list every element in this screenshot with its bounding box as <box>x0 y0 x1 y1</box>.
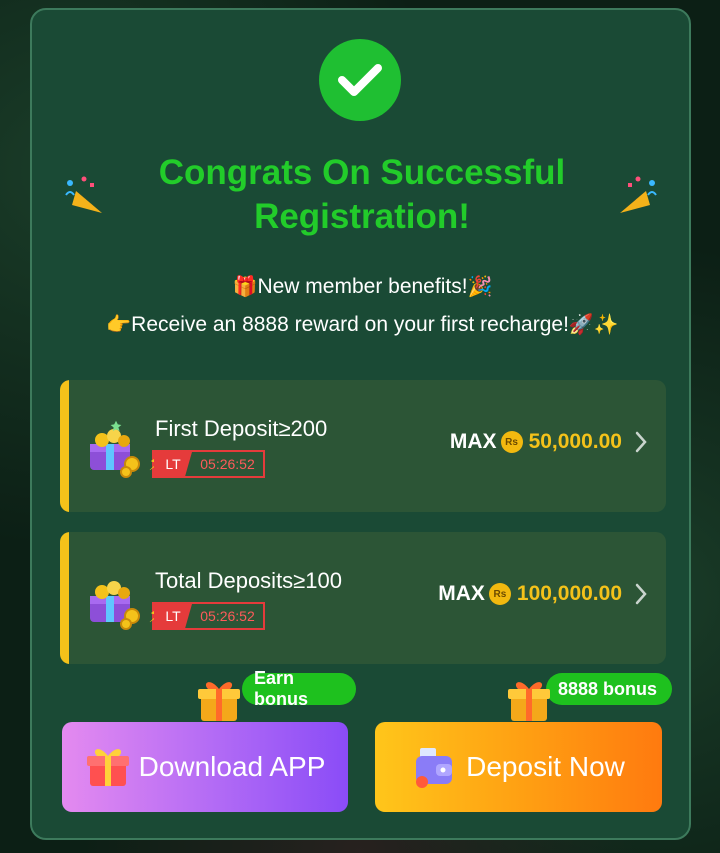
card-reward: MAX Rs 50,000.00 <box>450 430 648 454</box>
countdown-timer: ⚡ LT 05:26:52 <box>148 602 265 630</box>
gift-emoji-icon: 🎁 <box>232 274 258 298</box>
gift-box-icon <box>86 749 129 786</box>
card-label: Total Deposits≥100 <box>155 568 342 593</box>
max-label: MAX <box>449 430 497 453</box>
wallet-icon <box>416 748 453 788</box>
max-label: MAX <box>438 582 485 605</box>
countdown-timer: ⚡ LT 05:26:52 <box>148 450 265 478</box>
benefit-line-2: 👉Receive an 8888 reward on your first re… <box>32 310 693 339</box>
total-deposits-card[interactable]: Total Deposits≥100 ⚡ LT 05:26:52 MAX Rs … <box>60 532 666 664</box>
party-popper-icon <box>62 173 108 219</box>
registration-success-modal: Congrats On Successful Registration! 🎁Ne… <box>30 8 691 840</box>
gift-icon <box>506 675 552 723</box>
reward-amount: 50,000.00 <box>528 430 622 453</box>
first-deposit-card[interactable]: First Deposit≥200 ⚡ LT 05:26:52 MAX Rs 5… <box>60 380 666 512</box>
bonus-8888-badge: 8888 bonus <box>546 673 672 705</box>
party-emoji-icon: 🎉 <box>467 274 493 298</box>
chevron-right-icon[interactable] <box>634 430 648 454</box>
modal-title: Congrats On Successful Registration! <box>158 153 566 236</box>
download-app-label: Download APP <box>138 751 326 782</box>
check-icon <box>319 39 401 121</box>
pointing-hand-emoji-icon: 👉 <box>106 312 132 336</box>
deposit-now-button[interactable]: Deposit Now <box>375 722 662 812</box>
card-reward: MAX Rs 100,000.00 <box>438 582 648 606</box>
chevron-right-icon[interactable] <box>634 582 648 606</box>
timer-prefix: LT <box>154 604 192 628</box>
benefit-text: Receive an 8888 reward on your first rec… <box>131 313 569 336</box>
timer-value: 05:26:52 <box>200 608 255 624</box>
reward-amount: 100,000.00 <box>516 582 622 605</box>
rupee-coin-icon: Rs <box>500 431 523 453</box>
treasure-chest-icon <box>80 568 144 632</box>
gift-icon <box>196 675 242 723</box>
rupee-coin-icon: Rs <box>488 583 511 605</box>
earn-bonus-badge: Earn bonus <box>242 668 356 709</box>
benefit-line-1: 🎁New member benefits!🎉 <box>32 272 693 301</box>
party-popper-icon <box>614 173 660 219</box>
deposit-now-label: Deposit Now <box>466 751 625 782</box>
benefit-text: New member benefits! <box>257 275 468 298</box>
card-label: First Deposit≥200 <box>155 416 328 441</box>
rocket-sparkles-emoji-icon: 🚀✨ <box>568 312 619 336</box>
download-app-button[interactable]: Download APP <box>62 722 348 812</box>
timer-value: 05:26:52 <box>200 456 255 472</box>
treasure-chest-icon <box>80 416 144 480</box>
timer-prefix: LT <box>154 452 192 476</box>
